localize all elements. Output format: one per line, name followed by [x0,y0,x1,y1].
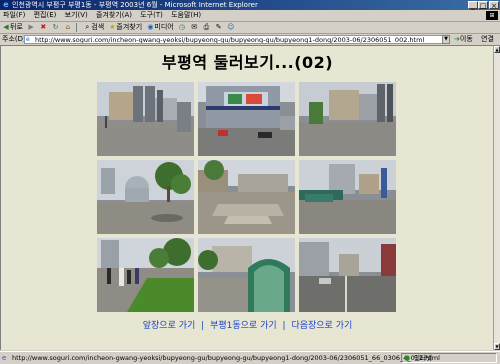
close-button[interactable]: × [489,1,499,10]
links-button[interactable]: 연결 [481,34,494,45]
photo-plaza-gate[interactable] [97,82,194,156]
back-label: 뒤로 [10,23,23,31]
favorites-button[interactable]: ★즐겨찾기 [108,22,142,33]
go-button[interactable]: ➔이동 [454,34,473,45]
scroll-up-arrow-icon[interactable]: ▲ [494,46,500,53]
page-content: 부평역 둘러보기...(02) 앞장으로 가기 | 부평1동으로 가기 | 다음… [0,46,493,350]
history-button[interactable]: ◷ [178,22,186,33]
photo-image [299,160,396,234]
media-label: 미디어 [154,23,174,31]
security-zone: ● 인터넷 [401,353,497,363]
page-icon: e [26,36,30,43]
search-label: 검색 [91,23,105,31]
forward-button[interactable]: ▶ [27,22,35,33]
prev-page-link[interactable]: 앞장으로 가기 [143,321,196,331]
photo-trees-building[interactable] [97,160,194,234]
edit-button[interactable]: ✎ [215,22,223,33]
photo-grid [97,82,397,312]
discuss-icon: ☺ [227,23,235,31]
photo-image [97,160,194,234]
history-icon: ◷ [178,23,186,31]
discuss-button[interactable]: ☺ [227,22,235,33]
edit-icon: ✎ [215,23,222,31]
menu-file[interactable]: 파일(F) [0,10,28,21]
photo-road-street[interactable] [299,238,396,312]
toolbar-separator [76,23,78,32]
address-input[interactable]: e http://www.soguri.com/incheon-gwang-ye… [24,35,449,44]
photo-image [198,82,295,156]
windows-logo-icon: ⊞ [486,11,498,20]
maximize-button[interactable]: □ [478,1,488,10]
status-bar: e http://www.soguri.com/incheon-gwang-ye… [0,351,500,364]
browser-window: e 인천광역시 부평구 부평1동 - 부평역 2003년 6월 - Micros… [0,0,500,363]
stop-icon: ✖ [40,23,47,31]
address-bar: 주소(D) e http://www.soguri.com/incheon-gw… [0,34,500,46]
photo-people-walkway[interactable] [97,238,194,312]
menu-edit[interactable]: 편집(E) [31,10,60,21]
photo-street-bus[interactable] [299,160,396,234]
photo-image [198,160,295,234]
zone-label: 인터넷 [414,354,432,362]
next-page-link[interactable]: 다음장으로 가기 [291,321,352,331]
menu-view[interactable]: 보기(V) [62,10,91,21]
internet-globe-icon: ● [404,354,411,362]
menu-favorites[interactable]: 즐겨찾기(A) [93,10,135,21]
ie-logo-icon: e [3,0,9,9]
print-icon: ⎙ [203,23,210,31]
favorites-label: 즐겨찾기 [116,23,143,31]
refresh-button[interactable]: ↻ [52,22,60,33]
page-nav: 앞장으로 가기 | 부평1동으로 가기 | 다음장으로 가기 [1,320,494,332]
scroll-down-arrow-icon[interactable]: ▼ [494,343,500,350]
photo-plaza-steps[interactable] [198,160,295,234]
print-button[interactable]: ⎙ [202,22,210,33]
photo-image [299,238,396,312]
page-title: 부평역 둘러보기...(02) [161,53,334,72]
search-button[interactable]: ⌕ 검색 [83,22,104,33]
menu-bar: 파일(F) 편집(E) 보기(V) 즐겨찾기(A) 도구(T) 도움말(H) ⊞ [0,10,500,22]
status-text: http://www.soguri.com/incheon-gwang-yeok… [12,354,440,362]
nav-separator: | [201,321,205,331]
minimize-button[interactable]: _ [468,1,478,10]
back-button[interactable]: ◀뒤로 [2,22,23,33]
page-status-icon: e [2,354,7,362]
media-button[interactable]: ◉미디어 [146,22,173,33]
photo-image [299,82,396,156]
address-label: 주소(D) [2,35,26,43]
title-bar: e 인천광역시 부평구 부평1동 - 부평역 2003년 6월 - Micros… [0,0,500,10]
nav-separator: | [282,321,286,331]
forward-arrow-icon: ▶ [28,23,34,31]
photo-subway-entrance[interactable] [198,238,295,312]
refresh-icon: ↻ [52,23,59,31]
photo-image [97,238,194,312]
go-label: 이동 [459,35,473,43]
address-url: http://www.soguri.com/incheon-gwang-yeok… [35,36,425,44]
stop-button[interactable]: ✖ [39,22,47,33]
photo-image [198,238,295,312]
mail-button[interactable]: ✉ [190,22,198,33]
vertical-scrollbar[interactable]: ▲ ▼ [493,46,500,350]
photo-image [97,82,194,156]
home-button[interactable]: ⌂ [64,22,72,33]
photo-plaza-gate-wide[interactable] [299,82,396,156]
toolbar: ◀뒤로 ▶ ✖ ↻ ⌂ ⌕ 검색 ★즐겨찾기 ◉미디어 ◷ ✉ ⎙ ✎ ☺ [0,22,500,34]
menu-tools[interactable]: 도구(T) [137,10,166,21]
menu-help[interactable]: 도움말(H) [168,10,204,21]
mail-icon: ✉ [191,23,198,31]
back-arrow-icon: ◀ [3,23,9,31]
home-icon: ⌂ [65,23,71,31]
window-title: 인천광역시 부평구 부평1동 - 부평역 2003년 6월 - Microsof… [12,1,258,9]
home-dong-link[interactable]: 부평1동으로 가기 [210,321,277,331]
photo-station-building[interactable] [198,82,295,156]
address-dropdown-button[interactable]: ▼ [442,35,450,44]
